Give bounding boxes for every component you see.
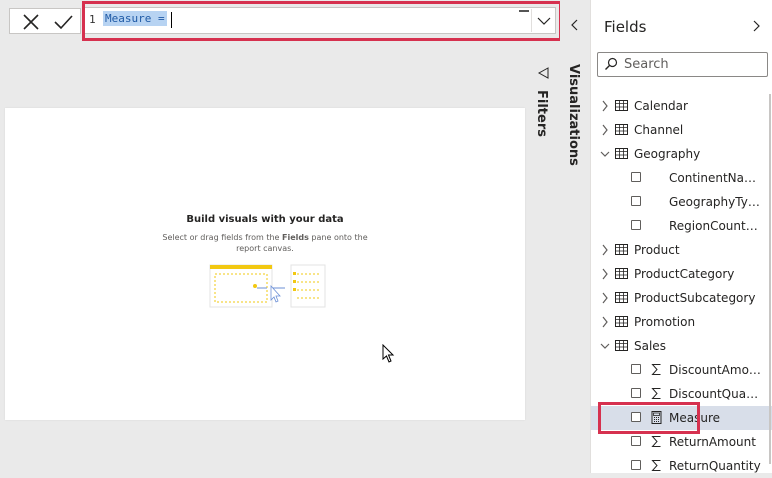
- field-name: ReturnQuantity: [669, 459, 761, 473]
- chevron-right-icon[interactable]: [600, 292, 610, 304]
- table-name: Channel: [634, 123, 684, 137]
- chevron-right-icon[interactable]: [600, 244, 610, 256]
- formula-editor[interactable]: 1 Measure =: [84, 7, 556, 34]
- field-checkbox[interactable]: [631, 172, 641, 182]
- table-icon: [615, 268, 628, 279]
- table-row[interactable]: Promotion: [591, 310, 772, 334]
- chevron-right-icon[interactable]: [749, 18, 763, 34]
- fields-search-box[interactable]: [597, 52, 768, 77]
- chevron-down-icon[interactable]: [600, 148, 610, 160]
- sigma-icon: [651, 460, 661, 471]
- field-row[interactable]: DiscountAmount: [591, 358, 772, 382]
- build-visual-illustration-icon: [209, 264, 326, 308]
- fields-pane-title: Fields: [604, 18, 647, 36]
- formula-expression[interactable]: Measure =: [103, 11, 167, 26]
- sigma-icon: [651, 388, 661, 399]
- field-name: DiscountQuant...: [669, 387, 761, 401]
- field-checkbox[interactable]: [631, 220, 641, 230]
- field-name: ContinentName: [669, 171, 761, 185]
- table-row[interactable]: Sales: [591, 334, 772, 358]
- subtitle-text-start: Select or drag fields from the: [162, 233, 283, 242]
- report-canvas[interactable]: Build visuals with your data Select or d…: [5, 108, 525, 420]
- table-row[interactable]: Product: [591, 238, 772, 262]
- line-number: 1: [89, 13, 96, 26]
- field-name: DiscountAmount: [669, 363, 761, 377]
- table-row[interactable]: ProductSubcategory: [591, 286, 772, 310]
- table-icon: [615, 244, 628, 255]
- table-name: ProductCategory: [634, 267, 735, 281]
- mouse-pointer-icon: [382, 344, 395, 363]
- cancel-icon[interactable]: [20, 13, 42, 31]
- field-row[interactable]: ReturnAmount: [591, 430, 772, 454]
- table-icon: [615, 148, 628, 159]
- table-row[interactable]: ProductCategory: [591, 262, 772, 286]
- formula-actions: [9, 8, 81, 34]
- filters-pane-label[interactable]: Filters: [534, 90, 549, 137]
- field-name: RegionCountry...: [669, 219, 761, 233]
- empty-state-title: Build visuals with your data: [186, 214, 344, 225]
- table-row[interactable]: Channel: [591, 118, 772, 142]
- empty-state-subtitle: Select or drag fields from the Fields pa…: [160, 232, 370, 254]
- table-row[interactable]: Geography: [591, 142, 772, 166]
- formula-bar: 1 Measure =: [0, 0, 562, 42]
- visualizations-pane-label[interactable]: Visualizations: [566, 64, 581, 166]
- field-checkbox[interactable]: [631, 388, 641, 398]
- field-checkbox[interactable]: [631, 196, 641, 206]
- table-icon: [615, 100, 628, 111]
- search-input[interactable]: [624, 56, 762, 73]
- table-icon: [615, 292, 628, 303]
- filter-icon: [537, 67, 549, 79]
- calculator-icon: [651, 411, 662, 424]
- visualizations-pane[interactable]: Visualizations: [560, 0, 590, 473]
- sigma-icon: [651, 364, 661, 375]
- field-row[interactable]: ReturnQuantity: [591, 454, 772, 478]
- table-row[interactable]: Calendar: [591, 94, 772, 118]
- table-name: ProductSubcategory: [634, 291, 756, 305]
- fields-pane: Fields Calendar Channel Geography Continent…: [590, 0, 772, 473]
- table-icon: [615, 340, 628, 351]
- field-name: GeographyType: [669, 195, 761, 209]
- filters-pane[interactable]: Filters: [527, 42, 560, 473]
- chevron-right-icon[interactable]: [600, 100, 610, 112]
- field-checkbox[interactable]: [631, 364, 641, 374]
- field-row[interactable]: Measure: [591, 406, 772, 430]
- fields-scrollbar[interactable]: [769, 94, 771, 464]
- field-row[interactable]: DiscountQuant...: [591, 382, 772, 406]
- chevron-down-icon[interactable]: [531, 9, 556, 32]
- field-row[interactable]: RegionCountry...: [591, 214, 772, 238]
- field-checkbox[interactable]: [631, 460, 641, 470]
- field-name: Measure: [669, 411, 720, 425]
- chevron-left-icon[interactable]: [568, 18, 582, 32]
- field-row[interactable]: ContinentName: [591, 166, 772, 190]
- table-name: Sales: [634, 339, 666, 353]
- table-name: Calendar: [634, 99, 688, 113]
- chevron-right-icon[interactable]: [600, 316, 610, 328]
- field-checkbox[interactable]: [631, 436, 641, 446]
- formula-scroll-indicator: [519, 10, 529, 12]
- chevron-right-icon[interactable]: [600, 268, 610, 280]
- table-icon: [615, 316, 628, 327]
- table-icon: [615, 124, 628, 135]
- field-list: Calendar Channel Geography ContinentName Geo…: [591, 94, 772, 478]
- search-icon: [605, 57, 618, 70]
- table-name: Promotion: [634, 315, 696, 329]
- field-name: ReturnAmount: [669, 435, 756, 449]
- chevron-down-icon[interactable]: [600, 340, 610, 352]
- text-caret: [171, 12, 172, 28]
- sigma-icon: [651, 436, 661, 447]
- field-row[interactable]: GeographyType: [591, 190, 772, 214]
- table-name: Product: [634, 243, 680, 257]
- chevron-right-icon[interactable]: [600, 124, 610, 136]
- field-checkbox[interactable]: [631, 412, 641, 422]
- subtitle-text-bold: Fields: [282, 233, 309, 242]
- table-name: Geography: [634, 147, 701, 161]
- checkmark-icon[interactable]: [52, 13, 74, 31]
